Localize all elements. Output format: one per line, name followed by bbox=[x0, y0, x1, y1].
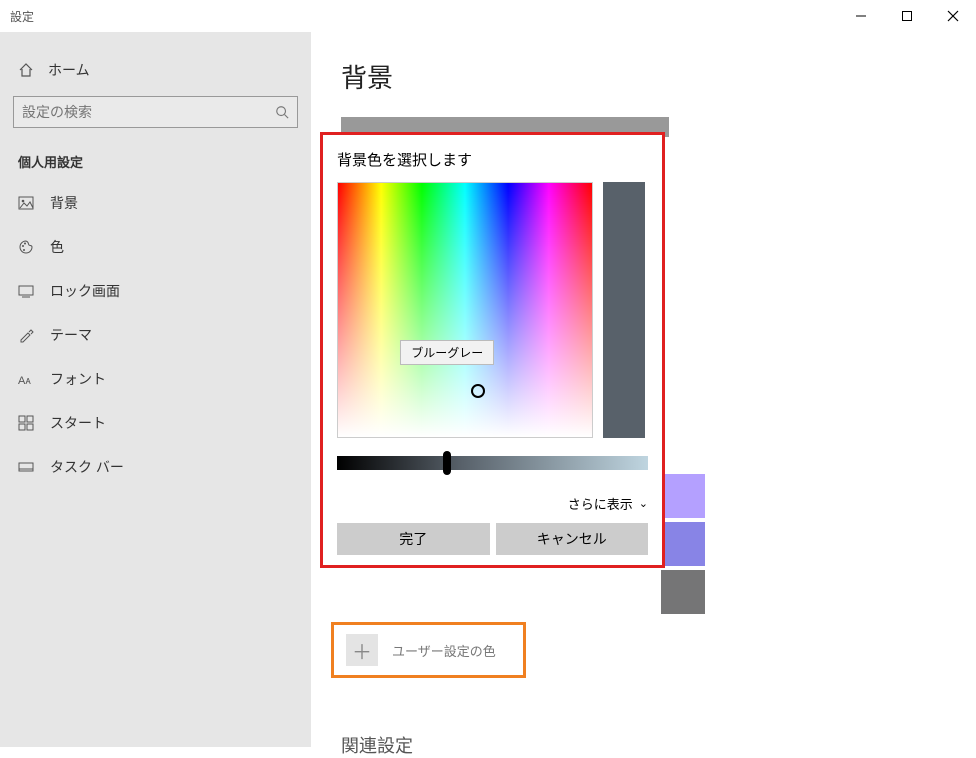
start-icon bbox=[18, 415, 34, 431]
titlebar: 設定 bbox=[0, 0, 976, 32]
color-name-tooltip: ブルーグレー bbox=[400, 340, 494, 365]
search-input[interactable] bbox=[22, 104, 275, 120]
sidebar-item-lockscreen[interactable]: ロック画面 bbox=[0, 269, 311, 313]
maximize-icon bbox=[901, 10, 913, 22]
home-label: ホーム bbox=[48, 60, 90, 80]
svg-text:Aᴀ: Aᴀ bbox=[18, 375, 31, 387]
plus-icon: ＋ bbox=[352, 636, 372, 665]
sidebar-item-label: 色 bbox=[50, 237, 64, 257]
add-custom-color-button[interactable]: ＋ bbox=[346, 634, 378, 666]
maximize-button[interactable] bbox=[884, 0, 930, 32]
sidebar-section-header: 個人用設定 bbox=[0, 132, 311, 181]
more-toggle[interactable]: さらに表示 ⌄ bbox=[337, 494, 648, 513]
sidebar-item-background[interactable]: 背景 bbox=[0, 181, 311, 225]
sidebar-item-label: テーマ bbox=[50, 325, 92, 345]
color-swatch[interactable] bbox=[661, 522, 705, 566]
search-box[interactable] bbox=[13, 96, 298, 128]
home-nav[interactable]: ホーム bbox=[0, 52, 311, 88]
sidebar-nav: 背景 色 ロック画面 テーマ Aᴀ フォント スタート bbox=[0, 181, 311, 489]
taskbar-icon bbox=[18, 459, 34, 475]
sidebar-item-taskbar[interactable]: タスク バー bbox=[0, 445, 311, 489]
color-swatch[interactable] bbox=[661, 570, 705, 614]
dialog-title: 背景色を選択します bbox=[337, 149, 648, 170]
sidebar-item-label: スタート bbox=[50, 413, 106, 433]
related-settings-heading: 関連設定 bbox=[341, 732, 413, 758]
sidebar-item-label: フォント bbox=[50, 369, 106, 389]
sidebar-item-label: タスク バー bbox=[50, 457, 124, 477]
search-icon bbox=[275, 105, 289, 119]
saturation-value-area[interactable]: ブルーグレー bbox=[337, 182, 593, 438]
sidebar-item-label: 背景 bbox=[50, 193, 78, 213]
cancel-button[interactable]: キャンセル bbox=[496, 523, 649, 555]
sidebar: ホーム 個人用設定 背景 色 ロック画面 テーマ bbox=[0, 32, 311, 747]
more-label: さらに表示 bbox=[568, 494, 633, 513]
ok-button[interactable]: 完了 bbox=[337, 523, 490, 555]
slider-thumb-icon[interactable] bbox=[443, 451, 451, 475]
window-title: 設定 bbox=[10, 8, 34, 25]
home-icon bbox=[18, 62, 34, 78]
minimize-button[interactable] bbox=[838, 0, 884, 32]
sv-cursor-icon[interactable] bbox=[471, 384, 485, 398]
value-slider[interactable] bbox=[337, 456, 648, 470]
color-swatch[interactable] bbox=[661, 474, 705, 518]
custom-color-row[interactable]: ＋ ユーザー設定の色 bbox=[331, 622, 526, 678]
palette-icon bbox=[18, 239, 34, 255]
sidebar-item-themes[interactable]: テーマ bbox=[0, 313, 311, 357]
custom-color-label: ユーザー設定の色 bbox=[392, 641, 496, 660]
image-icon bbox=[18, 195, 34, 211]
chevron-down-icon: ⌄ bbox=[639, 497, 648, 510]
window-controls bbox=[838, 0, 976, 32]
lock-screen-icon bbox=[18, 283, 34, 299]
sidebar-item-start[interactable]: スタート bbox=[0, 401, 311, 445]
close-icon bbox=[947, 10, 959, 22]
sidebar-item-label: ロック画面 bbox=[50, 281, 120, 301]
sidebar-item-fonts[interactable]: Aᴀ フォント bbox=[0, 357, 311, 401]
page-title: 背景 bbox=[341, 58, 946, 95]
color-preview bbox=[603, 182, 645, 438]
close-button[interactable] bbox=[930, 0, 976, 32]
color-picker-dialog: 背景色を選択します ブルーグレー さらに表示 ⌄ 完了 キャンセル bbox=[320, 132, 665, 568]
minimize-icon bbox=[855, 10, 867, 22]
font-icon: Aᴀ bbox=[18, 371, 34, 387]
sidebar-item-colors[interactable]: 色 bbox=[0, 225, 311, 269]
theme-icon bbox=[18, 327, 34, 343]
